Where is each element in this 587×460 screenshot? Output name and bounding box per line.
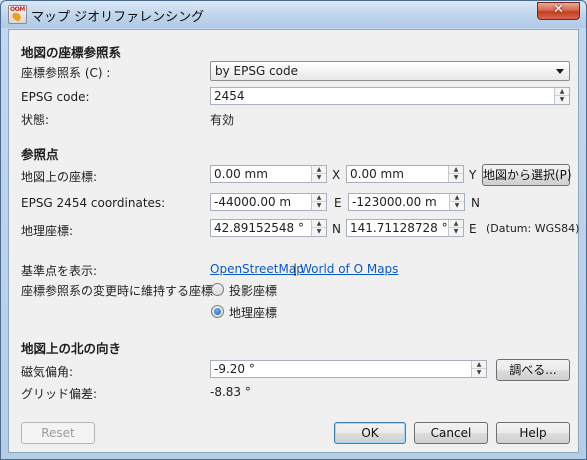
map-y-input[interactable]: 0.00 mm ▲ ▼ — [346, 165, 464, 183]
northing-spinner[interactable]: ▲ ▼ — [449, 194, 464, 210]
cancel-button[interactable]: Cancel — [414, 422, 488, 444]
grid-deviation-value: -8.83 ° — [210, 385, 251, 399]
spin-up-icon[interactable]: ▲ — [450, 194, 464, 202]
longitude-value: 141.71128728 ° — [350, 221, 448, 235]
pick-from-map-button[interactable]: 地図から選択(P) — [482, 164, 572, 186]
crs-select-value: by EPSG code — [215, 64, 299, 78]
map-y-spinner[interactable]: ▲ ▼ — [448, 166, 463, 182]
lookup-declination-button[interactable]: 調べる... — [496, 359, 570, 381]
title-bar[interactable]: OOM マップ ジオリファレンシング ✕ — [1, 1, 586, 28]
help-button[interactable]: Help — [496, 422, 570, 444]
radio-selected-dot — [214, 308, 221, 315]
declination-label: 磁気偏角: — [21, 365, 74, 379]
north-section-heading: 地図上の北の向き — [21, 341, 122, 356]
spin-down-icon[interactable]: ▼ — [312, 228, 326, 236]
spin-down-icon[interactable]: ▼ — [449, 228, 463, 236]
epsg-code-spinner[interactable]: ▲ ▼ — [554, 88, 569, 104]
close-button[interactable]: ✕ — [537, 2, 580, 20]
map-y-unit: Y — [469, 168, 477, 182]
status-value: 有効 — [210, 113, 235, 127]
declination-input[interactable]: -9.20 ° ▲ ▼ — [210, 360, 487, 378]
spin-up-icon[interactable]: ▲ — [472, 361, 486, 369]
declination-value: -9.20 ° — [214, 362, 255, 376]
latitude-value: 42.89152548 ° — [214, 221, 304, 235]
ref-section-heading: 参照点 — [21, 147, 59, 162]
easting-unit: E — [334, 196, 342, 210]
map-x-spinner[interactable]: ▲ ▼ — [311, 166, 326, 182]
app-icon: OOM — [8, 5, 27, 24]
keep-on-change-label: 座標参照系の変更時に維持する座標: — [21, 284, 218, 298]
declination-spinner[interactable]: ▲ ▼ — [471, 361, 486, 377]
spin-up-icon[interactable]: ▲ — [312, 220, 326, 228]
northing-value: -123000.00 m — [352, 195, 437, 209]
radio-geographic[interactable] — [211, 305, 224, 318]
radio-projected[interactable] — [211, 283, 224, 296]
ok-button[interactable]: OK — [334, 422, 406, 444]
chevron-down-icon — [556, 69, 564, 74]
epsg-code-value: 2454 — [214, 89, 245, 103]
show-ref-label: 基準点を表示: — [21, 264, 98, 278]
map-coords-label: 地図上の座標: — [21, 170, 98, 184]
link-separator: | — [293, 262, 298, 276]
epsg-code-label: EPSG code: — [21, 90, 90, 104]
dialog-client-area: 地図の座標参照系 座標参照系 (C) : by EPSG code EPSG c… — [8, 29, 579, 453]
map-x-value: 0.00 mm — [214, 167, 268, 181]
spin-down-icon[interactable]: ▼ — [312, 174, 326, 182]
radio-geographic-label[interactable]: 地理座標 — [229, 304, 277, 321]
openstreetmap-link[interactable]: OpenStreetMap — [210, 262, 304, 276]
status-label: 状態: — [21, 113, 50, 127]
longitude-unit: E — [469, 222, 477, 236]
map-x-input[interactable]: 0.00 mm ▲ ▼ — [210, 165, 327, 183]
easting-value: -44000.00 m — [214, 195, 292, 209]
crs-label: 座標参照系 (C) : — [21, 66, 111, 80]
spin-down-icon[interactable]: ▼ — [555, 96, 569, 104]
northing-input[interactable]: -123000.00 m ▲ ▼ — [348, 193, 465, 211]
radio-projected-label[interactable]: 投影座標 — [229, 282, 277, 299]
map-y-value: 0.00 mm — [350, 167, 404, 181]
longitude-spinner[interactable]: ▲ ▼ — [448, 220, 463, 236]
datum-label: (Datum: WGS84) — [486, 222, 580, 235]
reset-button[interactable]: Reset — [21, 422, 95, 444]
latitude-unit: N — [332, 222, 341, 236]
window-title: マップ ジオリファレンシング — [31, 10, 205, 25]
spin-down-icon[interactable]: ▼ — [312, 202, 326, 210]
latitude-input[interactable]: 42.89152548 ° ▲ ▼ — [210, 219, 327, 237]
latitude-spinner[interactable]: ▲ ▼ — [311, 220, 326, 236]
spin-up-icon[interactable]: ▲ — [312, 194, 326, 202]
spin-up-icon[interactable]: ▲ — [449, 220, 463, 228]
epsg-coords-label: EPSG 2454 coordinates: — [21, 196, 166, 210]
northing-unit: N — [471, 196, 480, 210]
grid-deviation-label: グリッド偏差: — [21, 387, 98, 401]
easting-spinner[interactable]: ▲ ▼ — [311, 194, 326, 210]
longitude-input[interactable]: 141.71128728 ° ▲ ▼ — [346, 219, 464, 237]
close-icon: ✕ — [553, 2, 564, 17]
dialog-window: OOM マップ ジオリファレンシング ✕ 地図の座標参照系 座標参照系 (C) … — [0, 0, 587, 460]
world-of-o-maps-link[interactable]: World of O Maps — [300, 262, 398, 276]
spin-down-icon[interactable]: ▼ — [472, 369, 486, 377]
easting-input[interactable]: -44000.00 m ▲ ▼ — [210, 193, 327, 211]
geo-coords-label: 地理座標: — [21, 224, 74, 238]
spin-up-icon[interactable]: ▲ — [449, 166, 463, 174]
spin-up-icon[interactable]: ▲ — [555, 88, 569, 96]
spin-down-icon[interactable]: ▼ — [449, 174, 463, 182]
spin-down-icon[interactable]: ▼ — [450, 202, 464, 210]
crs-select[interactable]: by EPSG code — [210, 61, 570, 81]
spin-up-icon[interactable]: ▲ — [312, 166, 326, 174]
map-x-unit: X — [332, 168, 341, 182]
crs-section-heading: 地図の座標参照系 — [21, 45, 122, 60]
epsg-code-input[interactable]: 2454 ▲ ▼ — [210, 87, 570, 105]
